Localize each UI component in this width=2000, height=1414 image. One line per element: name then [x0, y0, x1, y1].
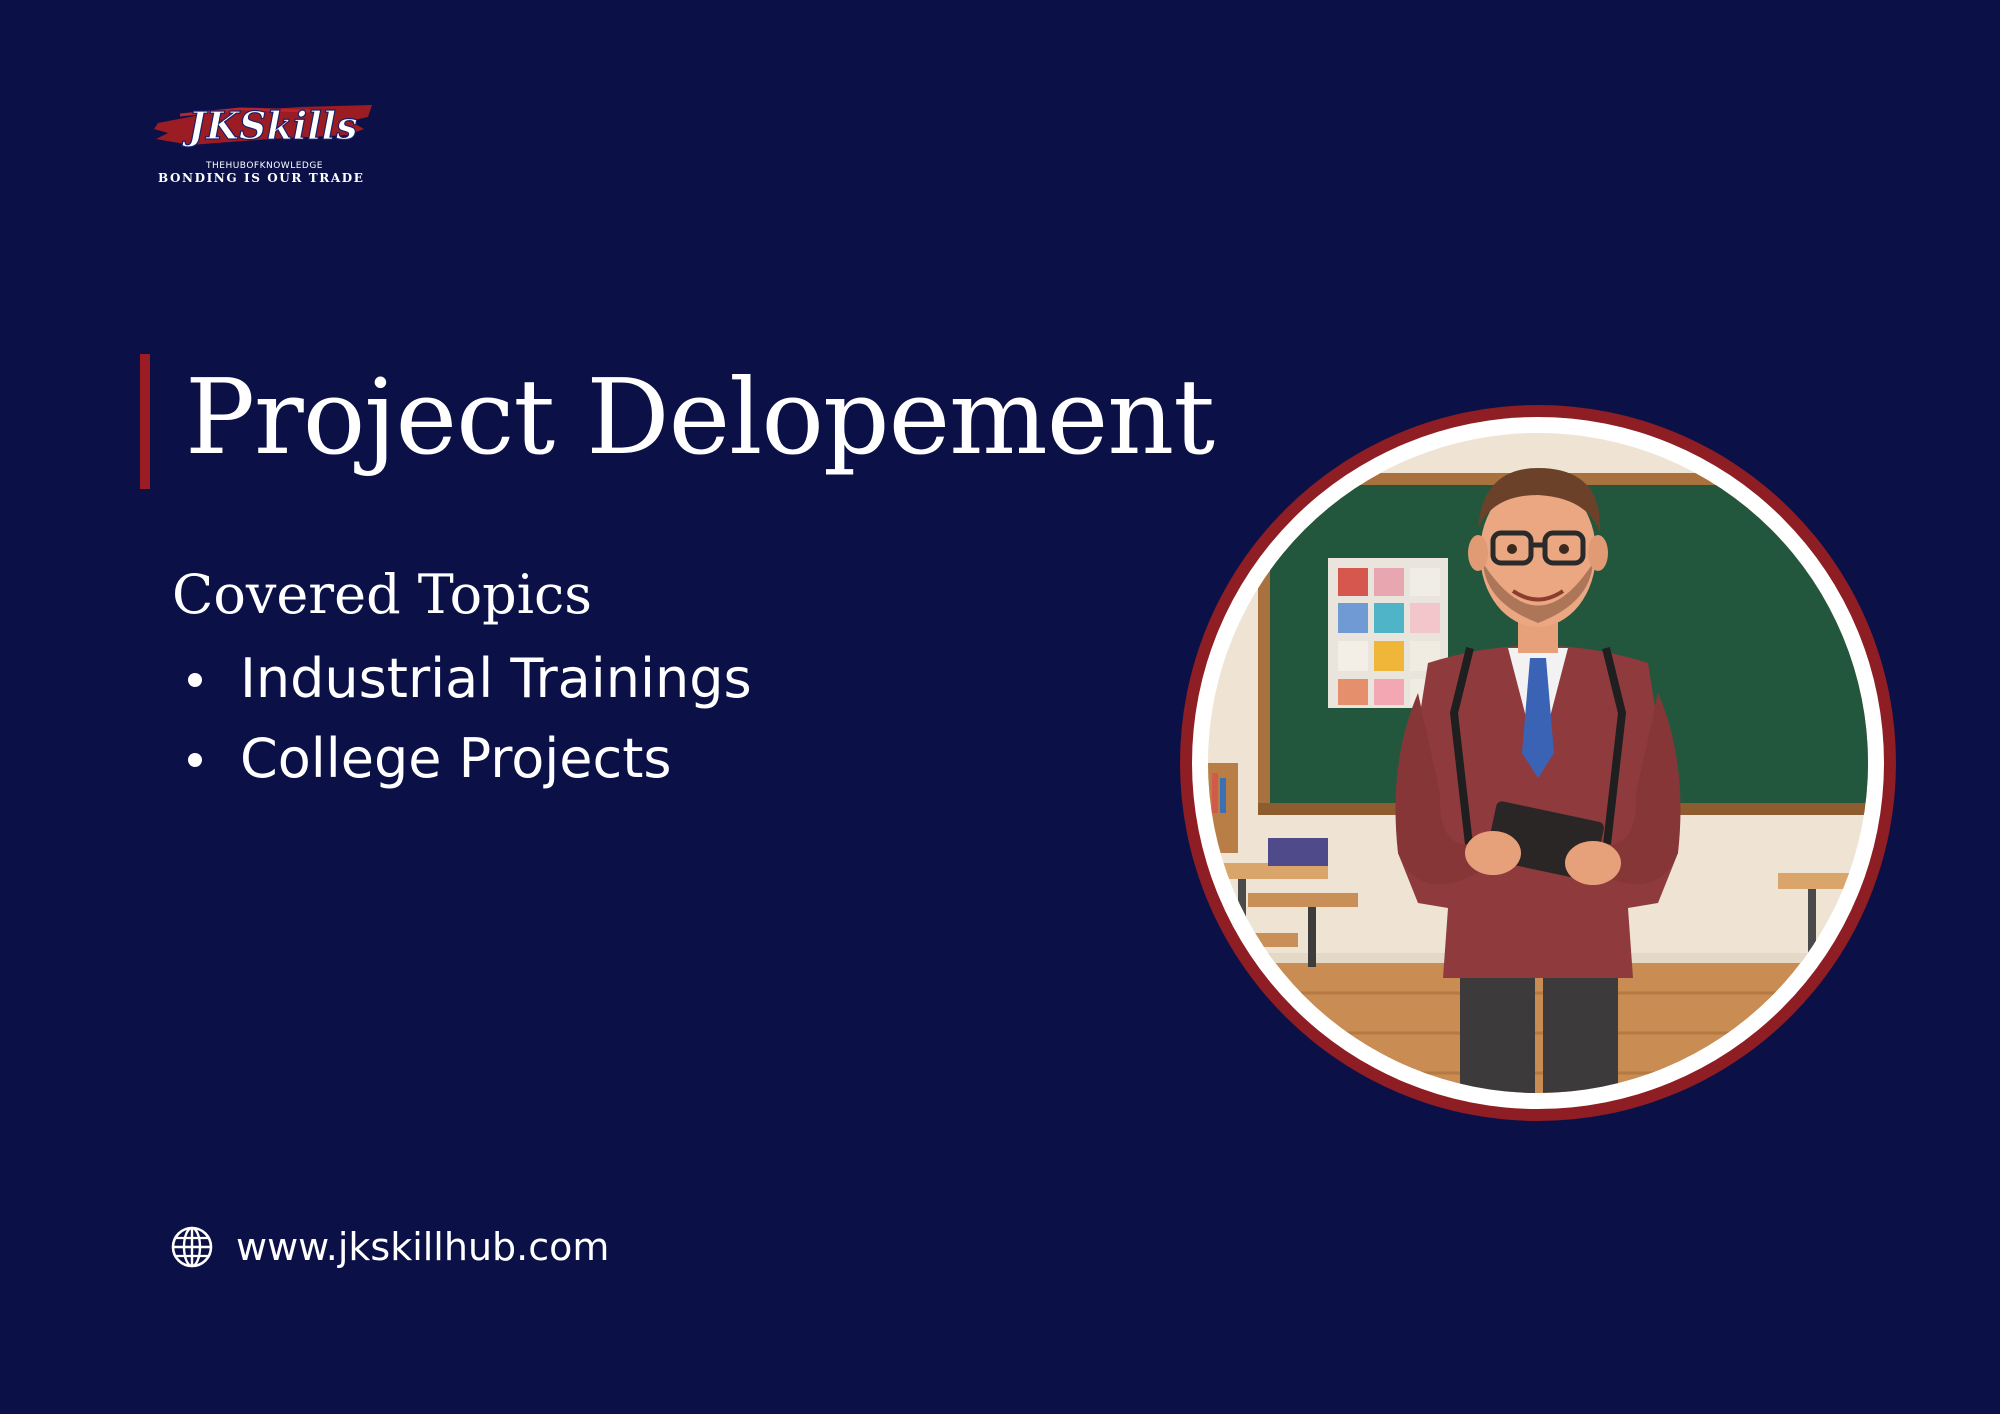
page-title: Project Delopement	[185, 356, 1215, 478]
globe-icon	[171, 1226, 213, 1268]
topics-heading: Covered Topics	[172, 563, 592, 626]
logo-tagline: BONDING IS OUR TRADE	[158, 171, 365, 185]
bullet-icon	[188, 673, 202, 687]
bullet-icon	[188, 753, 202, 767]
logo-wordmark: JKSkills	[182, 103, 357, 148]
topics-list: Industrial Trainings College Projects	[182, 640, 752, 800]
teacher-illustration	[1180, 405, 1896, 1121]
website-link[interactable]: www.jkskillhub.com	[170, 1222, 609, 1272]
brand-logo: JKSkills THEHUBOFKNOWLEDGE BONDING IS OU…	[150, 95, 380, 190]
title-accent-bar	[140, 354, 150, 489]
list-item: College Projects	[182, 720, 752, 800]
topic-label: Industrial Trainings	[240, 647, 752, 710]
website-url[interactable]: www.jkskillhub.com	[236, 1225, 609, 1269]
classroom-scene	[1208, 433, 1868, 1093]
illustration-image	[1208, 433, 1868, 1093]
list-item: Industrial Trainings	[182, 640, 752, 720]
logo-brushstroke: JKSkills	[154, 102, 372, 149]
logo-tagline-small: THEHUBOFKNOWLEDGE	[206, 161, 323, 171]
topic-label: College Projects	[240, 727, 672, 790]
